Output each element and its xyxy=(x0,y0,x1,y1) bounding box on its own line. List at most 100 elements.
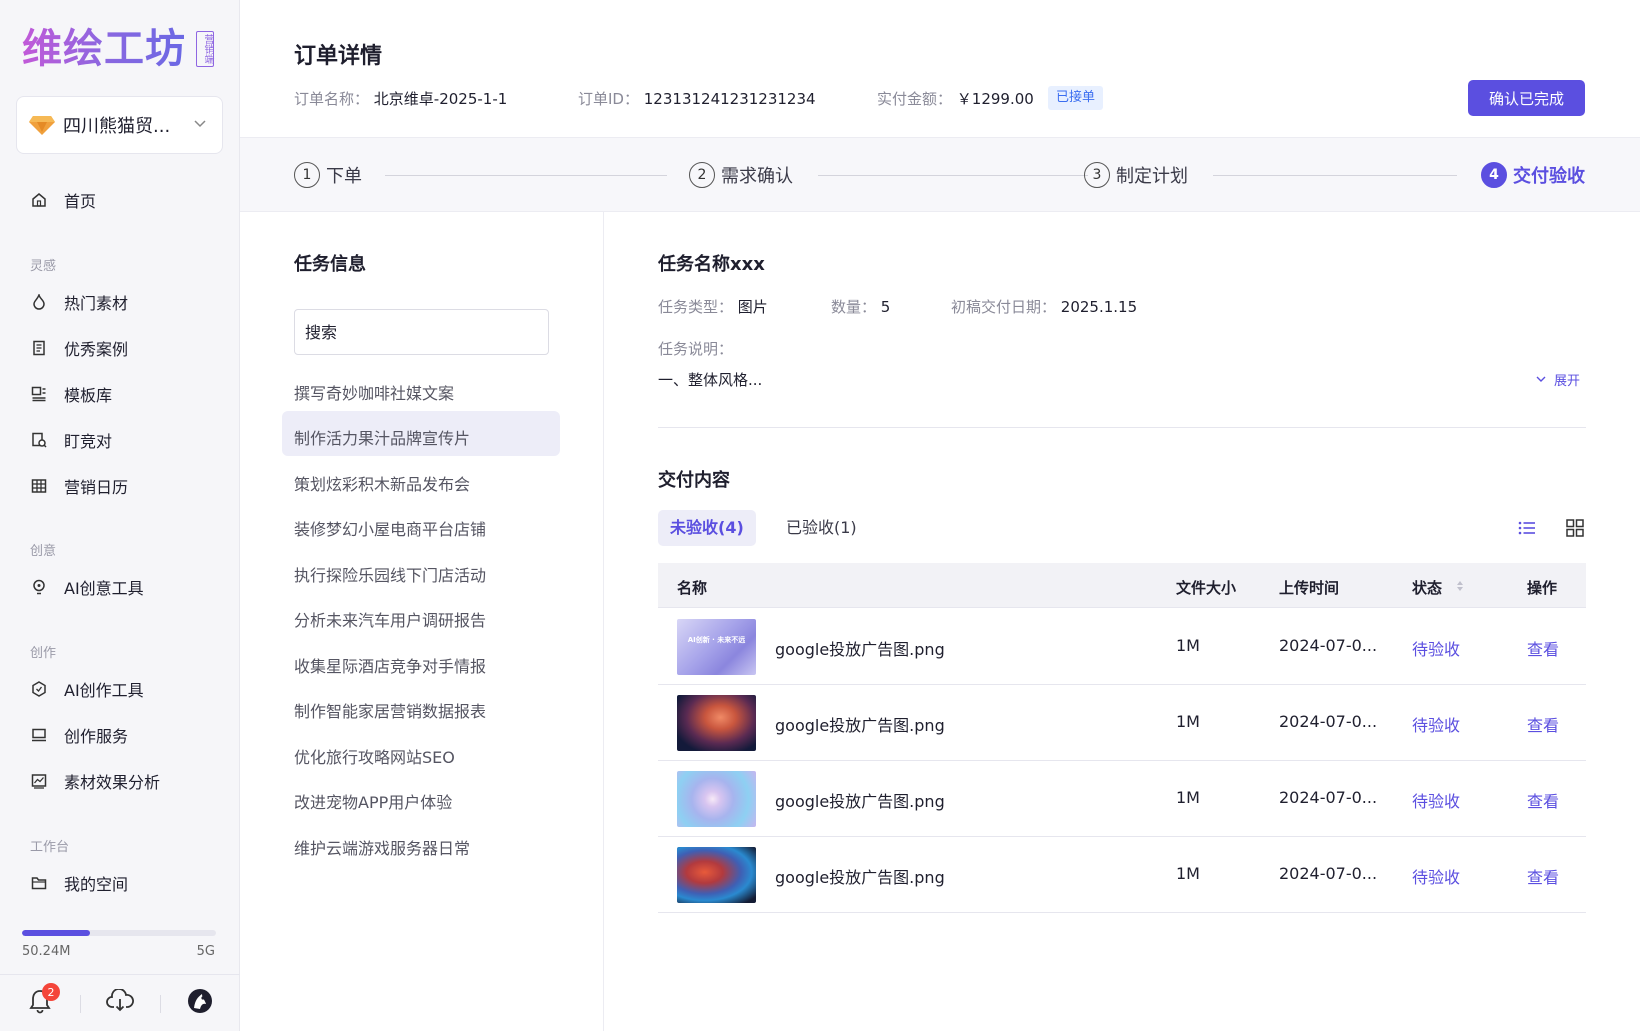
nav-group-workbench: 工作台 xyxy=(30,840,70,855)
sidebar-item-templates[interactable]: 模板库 xyxy=(30,380,112,408)
step-delivery: 4 交付验收 xyxy=(1481,162,1585,188)
nav-group-creative: 创意 xyxy=(30,544,57,559)
sidebar-item-label: AI创作工具 xyxy=(64,681,144,700)
grid-view-icon[interactable] xyxy=(1565,518,1585,538)
step-number: 2 xyxy=(689,162,715,188)
step-label: 交付验收 xyxy=(1513,166,1585,187)
sidebar-item-ai-creation[interactable]: AI创作工具 xyxy=(30,675,144,703)
list-view-icon[interactable] xyxy=(1517,518,1537,538)
file-name: google投放广告图.png xyxy=(775,716,945,735)
cloud-download-icon xyxy=(106,988,134,1017)
order-name-label: 订单名称： xyxy=(294,90,370,108)
sidebar-item-label: AI创意工具 xyxy=(64,579,144,598)
ai-tool-icon xyxy=(30,680,48,698)
logo[interactable]: 维绘工坊 营销端 xyxy=(22,26,214,72)
sidebar-item-calendar[interactable]: 营销日历 xyxy=(30,472,128,500)
sidebar-item-my-space[interactable]: 我的空间 xyxy=(30,869,128,897)
tab-accepted[interactable]: 已验收(1) xyxy=(774,510,869,546)
confirm-complete-button[interactable]: 确认已完成 xyxy=(1468,80,1585,116)
avatar-button[interactable] xyxy=(160,975,240,1031)
search-input[interactable] xyxy=(294,309,549,355)
expand-button[interactable]: 展开 xyxy=(1536,370,1580,389)
thumbnail[interactable] xyxy=(677,847,756,903)
table-header: 名称 文件大小 上传时间 状态 操作 xyxy=(658,563,1586,608)
thumbnail[interactable] xyxy=(677,695,756,751)
section-divider xyxy=(658,427,1586,428)
step-requirement: 2 需求确认 xyxy=(689,162,793,188)
task-item[interactable]: 策划炫彩积木新品发布会 xyxy=(294,471,470,495)
task-item[interactable]: 分析未来汽车用户调研报告 xyxy=(294,607,486,631)
status-badge: 已接单 xyxy=(1048,86,1104,110)
task-item[interactable]: 撰写奇妙咖啡社媒文案 xyxy=(294,380,454,404)
thumbnail[interactable] xyxy=(677,771,756,827)
task-desc-label: 任务说明： xyxy=(658,340,734,358)
order-amount: 实付金额： ￥1299.00 xyxy=(877,88,1034,109)
logo-tag: 营销端 xyxy=(196,31,214,67)
sidebar-item-ai-creative[interactable]: AI创意工具 xyxy=(30,573,144,601)
order-id: 订单ID： 123131241231231234 xyxy=(578,88,816,109)
sidebar-item-label: 我的空间 xyxy=(64,875,129,894)
sidebar-item-hot-material[interactable]: 热门素材 xyxy=(30,288,128,316)
step-connector xyxy=(1213,175,1457,176)
task-item[interactable]: 收集星际酒店竞争对手情报 xyxy=(294,653,486,677)
upload-time: 2024-07-0... xyxy=(1279,636,1378,655)
order-id-value: 123131241231231234 xyxy=(643,90,816,108)
org-name: 四川熊猫贸... xyxy=(63,116,171,137)
order-name-value: 北京维卓-2025-1-1 xyxy=(373,90,508,108)
task-count-value: 5 xyxy=(880,298,891,316)
column-action: 操作 xyxy=(1527,579,1558,597)
sort-icon[interactable] xyxy=(1456,578,1464,597)
step-connector xyxy=(818,175,1088,176)
table-row: google投放广告图.png 1M 2024-07-0... 待验收 查看 xyxy=(658,837,1586,913)
thumbnail[interactable]: AI创新 · 未来不远 xyxy=(677,619,756,675)
template-icon xyxy=(30,385,48,403)
order-id-label: 订单ID： xyxy=(578,90,639,108)
sidebar-item-label: 营销日历 xyxy=(64,478,129,497)
sidebar-item-home[interactable]: 首页 xyxy=(30,186,96,214)
column-name: 名称 xyxy=(677,579,708,597)
task-date: 初稿交付日期： 2025.1.15 xyxy=(951,296,1137,317)
view-link[interactable]: 查看 xyxy=(1527,864,1559,888)
folder-icon xyxy=(30,874,48,892)
storage-fill xyxy=(22,930,90,936)
task-item[interactable]: 维护云端游戏服务器日常 xyxy=(294,835,470,859)
sidebar-item-material-analysis[interactable]: 素材效果分析 xyxy=(30,767,160,795)
table-row: google投放广告图.png 1M 2024-07-0... 待验收 查看 xyxy=(658,761,1586,837)
view-link[interactable]: 查看 xyxy=(1527,788,1559,812)
step-number: 3 xyxy=(1084,162,1110,188)
view-link[interactable]: 查看 xyxy=(1527,636,1559,660)
tab-pending[interactable]: 未验收(4) xyxy=(658,510,756,546)
task-item[interactable]: 装修梦幻小屋电商平台店铺 xyxy=(294,516,486,540)
bulb-icon xyxy=(30,578,48,596)
org-switcher[interactable]: 四川熊猫贸... xyxy=(16,96,223,154)
task-date-label: 初稿交付日期： xyxy=(951,298,1057,316)
step-connector xyxy=(385,175,667,176)
task-type: 任务类型： 图片 xyxy=(658,296,768,317)
table-row: AI创新 · 未来不远 google投放广告图.png 1M 2024-07-0… xyxy=(658,609,1586,685)
sidebar-item-creation-service[interactable]: 创作服务 xyxy=(30,721,128,749)
notification-button[interactable]: 2 xyxy=(0,975,80,1031)
sidebar-item-cases[interactable]: 优秀案例 xyxy=(30,334,128,362)
chevron-down-icon xyxy=(194,117,206,131)
sidebar-item-competitors[interactable]: 盯竞对 xyxy=(30,426,112,454)
download-button[interactable] xyxy=(80,975,160,1031)
step-label: 制定计划 xyxy=(1116,166,1188,187)
task-item[interactable]: 执行探险乐园线下门店活动 xyxy=(294,562,486,586)
expand-label: 展开 xyxy=(1554,374,1581,389)
column-status[interactable]: 状态 xyxy=(1412,577,1442,598)
task-item[interactable]: 制作智能家居营销数据报表 xyxy=(294,698,486,722)
task-type-label: 任务类型： xyxy=(658,298,734,316)
view-link[interactable]: 查看 xyxy=(1527,712,1559,736)
task-item[interactable]: 改进宠物APP用户体验 xyxy=(294,789,452,813)
flame-icon xyxy=(30,293,48,311)
task-count-label: 数量： xyxy=(831,298,877,316)
file-size: 1M xyxy=(1176,788,1200,807)
task-item[interactable]: 制作活力果汁品牌宣传片 xyxy=(294,425,470,449)
file-size: 1M xyxy=(1176,712,1200,731)
sidebar-item-label: 优秀案例 xyxy=(64,340,129,359)
step-plan: 3 制定计划 xyxy=(1084,162,1188,188)
task-type-value: 图片 xyxy=(737,298,768,316)
table-row: google投放广告图.png 1M 2024-07-0... 待验收 查看 xyxy=(658,685,1586,761)
step-number: 4 xyxy=(1481,162,1507,188)
task-item[interactable]: 优化旅行攻略网站SEO xyxy=(294,744,455,768)
